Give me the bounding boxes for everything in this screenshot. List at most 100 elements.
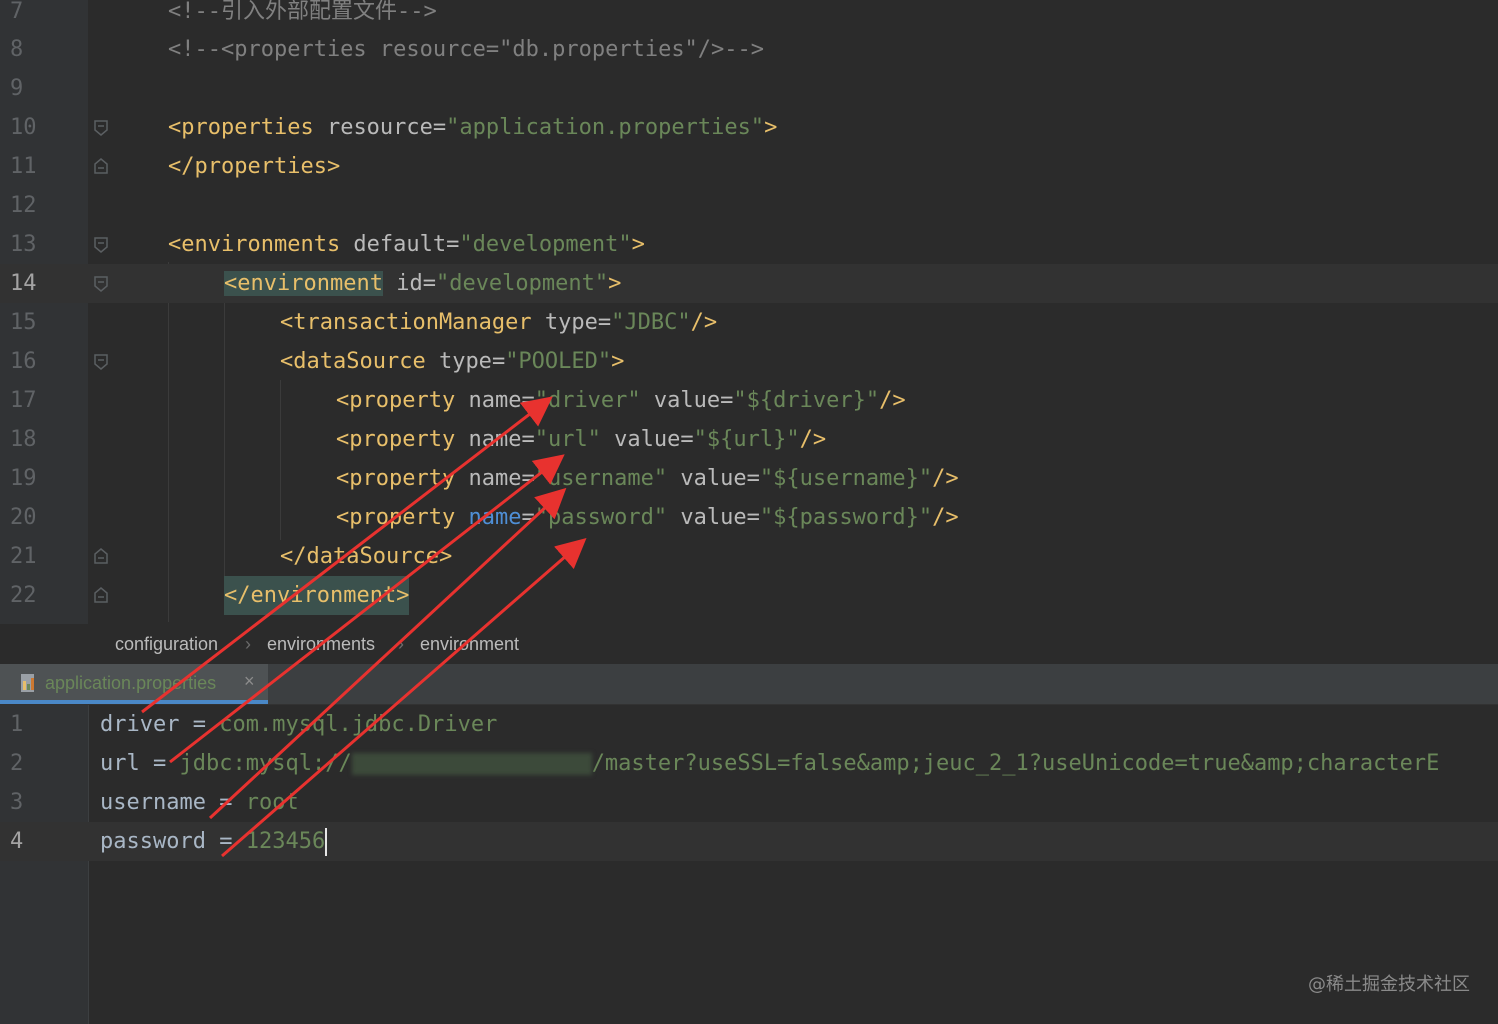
line-number: 8 (10, 37, 24, 62)
code-line-10[interactable]: 10 <properties resource="application.pro… (0, 108, 1498, 147)
line-number: 9 (10, 76, 24, 101)
xml-tag-highlighted: </environment> (224, 576, 410, 615)
line-number: 12 (10, 193, 37, 218)
xml-attr: name (455, 427, 522, 452)
xml-comment: <!--引入外部配置文件--> (168, 0, 437, 24)
fold-close-icon[interactable] (94, 548, 108, 564)
code-line-22[interactable]: 22 </environment> (0, 576, 1498, 615)
xml-value: "url" (534, 427, 601, 452)
line-number: 19 (10, 466, 37, 491)
property-value: 123456 (245, 829, 326, 854)
code-line-20[interactable]: 20 <property name="password" value="${pa… (0, 498, 1498, 537)
xml-tag: <property (336, 466, 456, 491)
xml-value: "${url}" (693, 427, 800, 452)
line-number: 14 (10, 271, 37, 296)
line-number: 21 (10, 544, 37, 569)
xml-value: "development" (435, 271, 609, 296)
code-line-12[interactable]: 12 (0, 186, 1498, 225)
xml-attr: value (667, 505, 747, 530)
fold-open-icon[interactable] (94, 237, 108, 253)
xml-value: "JDBC" (611, 310, 691, 335)
active-tab-indicator (0, 700, 268, 704)
line-number: 18 (10, 427, 37, 452)
xml-tag: <dataSource (280, 349, 426, 374)
xml-attr: value (600, 427, 681, 452)
code-line-17[interactable]: 17 <property name="driver" value="${driv… (0, 381, 1498, 420)
editor-tab-bar: application.properties × (0, 664, 1498, 705)
property-key: url (100, 751, 140, 776)
fold-open-icon[interactable] (94, 276, 108, 292)
property-key: driver (100, 712, 180, 737)
line-number: 15 (10, 310, 37, 335)
tab-application-properties[interactable]: application.properties × (0, 664, 268, 704)
xml-attr: type (531, 310, 598, 335)
xml-value: "driver" (534, 388, 641, 413)
xml-tag: <property (336, 388, 456, 413)
properties-line-2[interactable]: 2 url = jdbc:mysql:///master?useSSL=fals… (0, 744, 1498, 783)
xml-tag: <transactionManager (280, 310, 532, 335)
breadcrumb-separator: › (398, 634, 404, 654)
properties-line-4[interactable]: 4 password = 123456 (0, 822, 1498, 861)
xml-attr-highlighted: name (455, 505, 522, 530)
xml-attr: id (382, 271, 423, 296)
line-number: 4 (10, 829, 24, 854)
properties-editor[interactable]: 1 driver = com.mysql.jdbc.Driver 2 url =… (0, 705, 1498, 1024)
fold-close-icon[interactable] (94, 158, 108, 174)
close-icon[interactable]: × (244, 671, 255, 692)
code-line-18[interactable]: 18 <property name="url" value="${url}"/> (0, 420, 1498, 459)
redacted-host (351, 753, 592, 775)
breadcrumb-item-environment[interactable]: environment (420, 634, 519, 655)
xml-attr: name (455, 388, 522, 413)
xml-tag-highlighted: <environment (224, 271, 383, 296)
xml-tag: <properties (168, 115, 314, 140)
code-line-15[interactable]: 15 <transactionManager type="JDBC"/> (0, 303, 1498, 342)
watermark: @稀土掘金技术社区 (1308, 974, 1470, 995)
line-number: 20 (10, 505, 37, 530)
code-line-11[interactable]: 11 </properties> (0, 147, 1498, 186)
property-key: password (100, 829, 206, 854)
text-caret (325, 828, 328, 856)
xml-value: "POOLED" (505, 349, 612, 374)
xml-attr: value (640, 388, 721, 413)
xml-tag: <environments (168, 232, 341, 257)
line-number: 17 (10, 388, 37, 413)
line-number: 22 (10, 583, 37, 608)
code-line-21[interactable]: 21 </dataSource> (0, 537, 1498, 576)
xml-value: "${password}" (759, 505, 933, 530)
property-value-prefix: jdbc:mysql:// (179, 751, 352, 776)
properties-line-3[interactable]: 3 username = root (0, 783, 1498, 822)
breadcrumb-separator: › (245, 634, 251, 654)
code-line-13[interactable]: 13 <environments default="development"> (0, 225, 1498, 264)
code-line-9[interactable]: 9 (0, 69, 1498, 108)
xml-value: "password" (534, 505, 668, 530)
tab-label: application.properties (45, 673, 217, 693)
code-line-19[interactable]: 19 <property name="username" value="${us… (0, 459, 1498, 498)
fold-close-icon[interactable] (94, 587, 108, 603)
code-line-14[interactable]: 14 <environment id="development"> (0, 264, 1498, 303)
fold-open-icon[interactable] (94, 120, 108, 136)
xml-attr: value (667, 466, 747, 491)
xml-tag: </dataSource> (280, 544, 453, 569)
breadcrumb-item-configuration[interactable]: configuration (115, 634, 218, 655)
code-line-16[interactable]: 16 <dataSource type="POOLED"> (0, 342, 1498, 381)
xml-comment: <!--<properties resource="db.properties"… (168, 37, 765, 62)
properties-line-1[interactable]: 1 driver = com.mysql.jdbc.Driver (0, 705, 1498, 744)
xml-value: "username" (534, 466, 668, 491)
line-number: 7 (10, 0, 24, 24)
xml-tag: </properties> (168, 154, 341, 179)
property-value: root (245, 790, 299, 815)
xml-value: "development" (459, 232, 632, 257)
breadcrumb-item-environments[interactable]: environments (267, 634, 375, 655)
xml-value: "application.properties" (446, 115, 765, 140)
xml-tag: <property (336, 505, 456, 530)
line-number: 1 (10, 712, 24, 737)
code-line-8[interactable]: 8 <!--<properties resource="db.propertie… (0, 30, 1498, 69)
properties-file-icon (18, 672, 38, 699)
xml-value: "${username}" (759, 466, 933, 491)
xml-attr: resource (313, 115, 433, 140)
line-number: 2 (10, 751, 24, 776)
fold-open-icon[interactable] (94, 354, 108, 370)
xml-editor[interactable]: 7 <!--引入外部配置文件--> 8 <!--<properties reso… (0, 0, 1498, 624)
code-line-7[interactable]: 7 <!--引入外部配置文件--> (0, 0, 1498, 31)
property-value: com.mysql.jdbc.Driver (219, 712, 498, 737)
